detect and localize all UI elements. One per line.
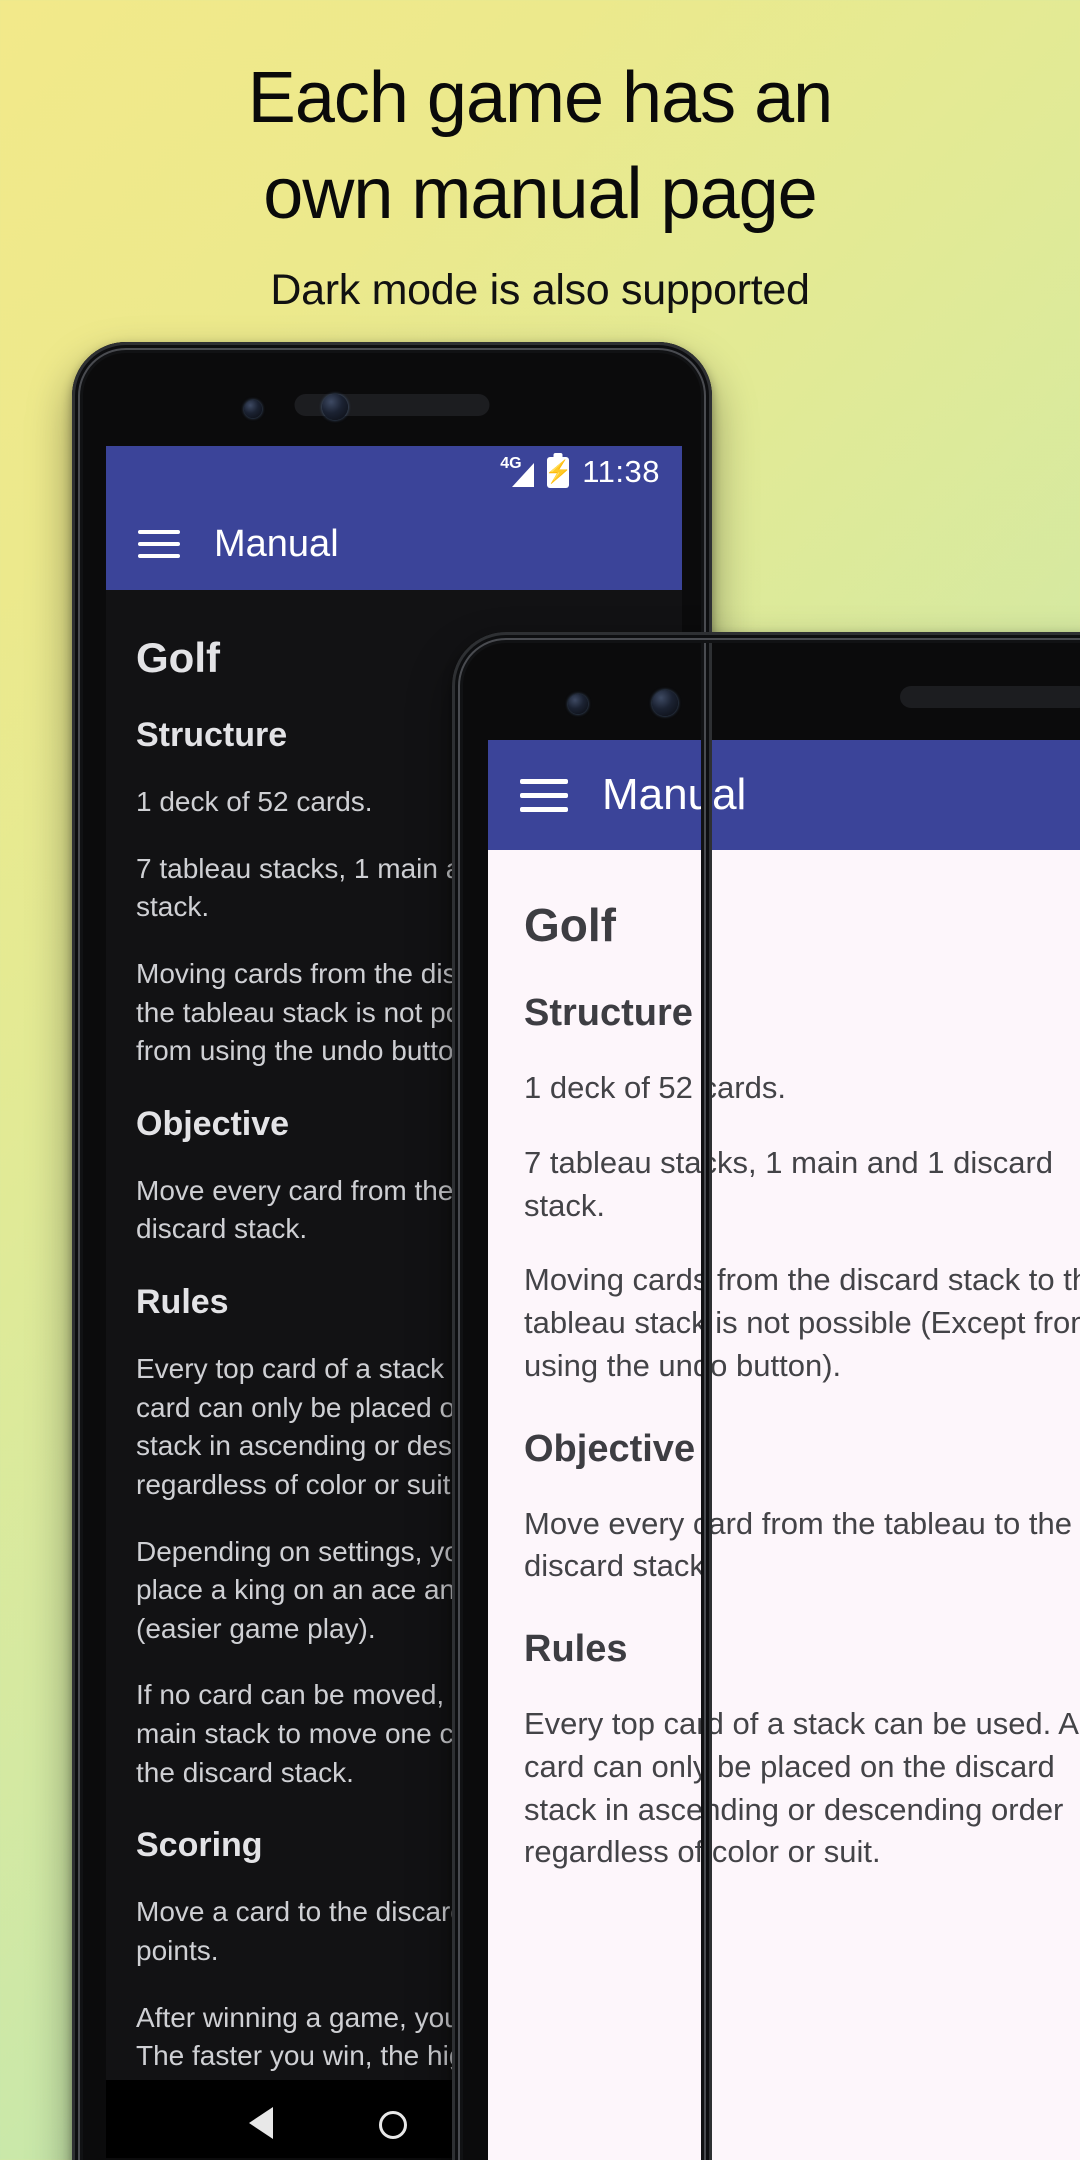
hamburger-menu-icon[interactable] (138, 522, 180, 566)
headline-line-2: own manual page (263, 154, 817, 234)
phone-screen-light: Manual Golf Structure 1 deck of 52 cards… (488, 740, 1080, 2160)
promo-header: Each game has an own manual page Dark mo… (0, 0, 1080, 315)
signal-bars-icon: 4G (500, 455, 535, 487)
section-paragraph: 1 deck of 52 cards. (524, 1070, 786, 1105)
hamburger-menu-icon[interactable] (520, 770, 568, 821)
manual-content-light: Golf Structure 1 deck of 52 cards. 7 tab… (488, 850, 1080, 1874)
promo-subtitle: Dark mode is also supported (270, 266, 810, 314)
status-bar-clock: 11:38 (582, 454, 660, 489)
front-camera-icon (568, 694, 588, 714)
app-bar: Manual (106, 498, 682, 590)
back-triangle-icon[interactable] (249, 2107, 273, 2139)
section-heading-objective: Objective (524, 1427, 696, 1470)
front-camera-icon (244, 400, 262, 418)
battery-charging-icon: ⚡ (544, 456, 572, 488)
front-sensor-icon (322, 394, 348, 420)
front-sensor-icon (652, 690, 678, 716)
section-heading-rules: Rules (524, 1628, 628, 1671)
home-circle-icon[interactable] (379, 2111, 407, 2139)
earpiece-speaker (900, 686, 1080, 708)
app-bar-title: Manual (214, 522, 339, 565)
headline-line-1: Each game has an (247, 58, 833, 138)
page-title: Each game has an own manual page (0, 62, 1080, 230)
section-paragraph: 7 tableau stacks, 1 main and 1 discard s… (524, 1144, 1054, 1223)
app-bar: Manual (488, 740, 1080, 850)
manual-game-title: Golf (524, 899, 616, 951)
section-paragraph: Move every card from the tableau to the … (524, 1505, 1072, 1584)
app-bar-title: Manual (602, 770, 747, 819)
status-bar: 4G ⚡ 11:38 (106, 446, 682, 498)
phone-mockup-light: Manual Golf Structure 1 deck of 52 cards… (452, 632, 1080, 2160)
section-heading-structure: Structure (524, 992, 693, 1034)
section-paragraph: Every top card of a stack can be used. A… (524, 1706, 1078, 1870)
section-paragraph: Moving cards from the discard stack to t… (524, 1262, 1080, 1383)
charging-bolt-glyph: ⚡ (544, 459, 572, 484)
signal-triangle (512, 463, 535, 487)
